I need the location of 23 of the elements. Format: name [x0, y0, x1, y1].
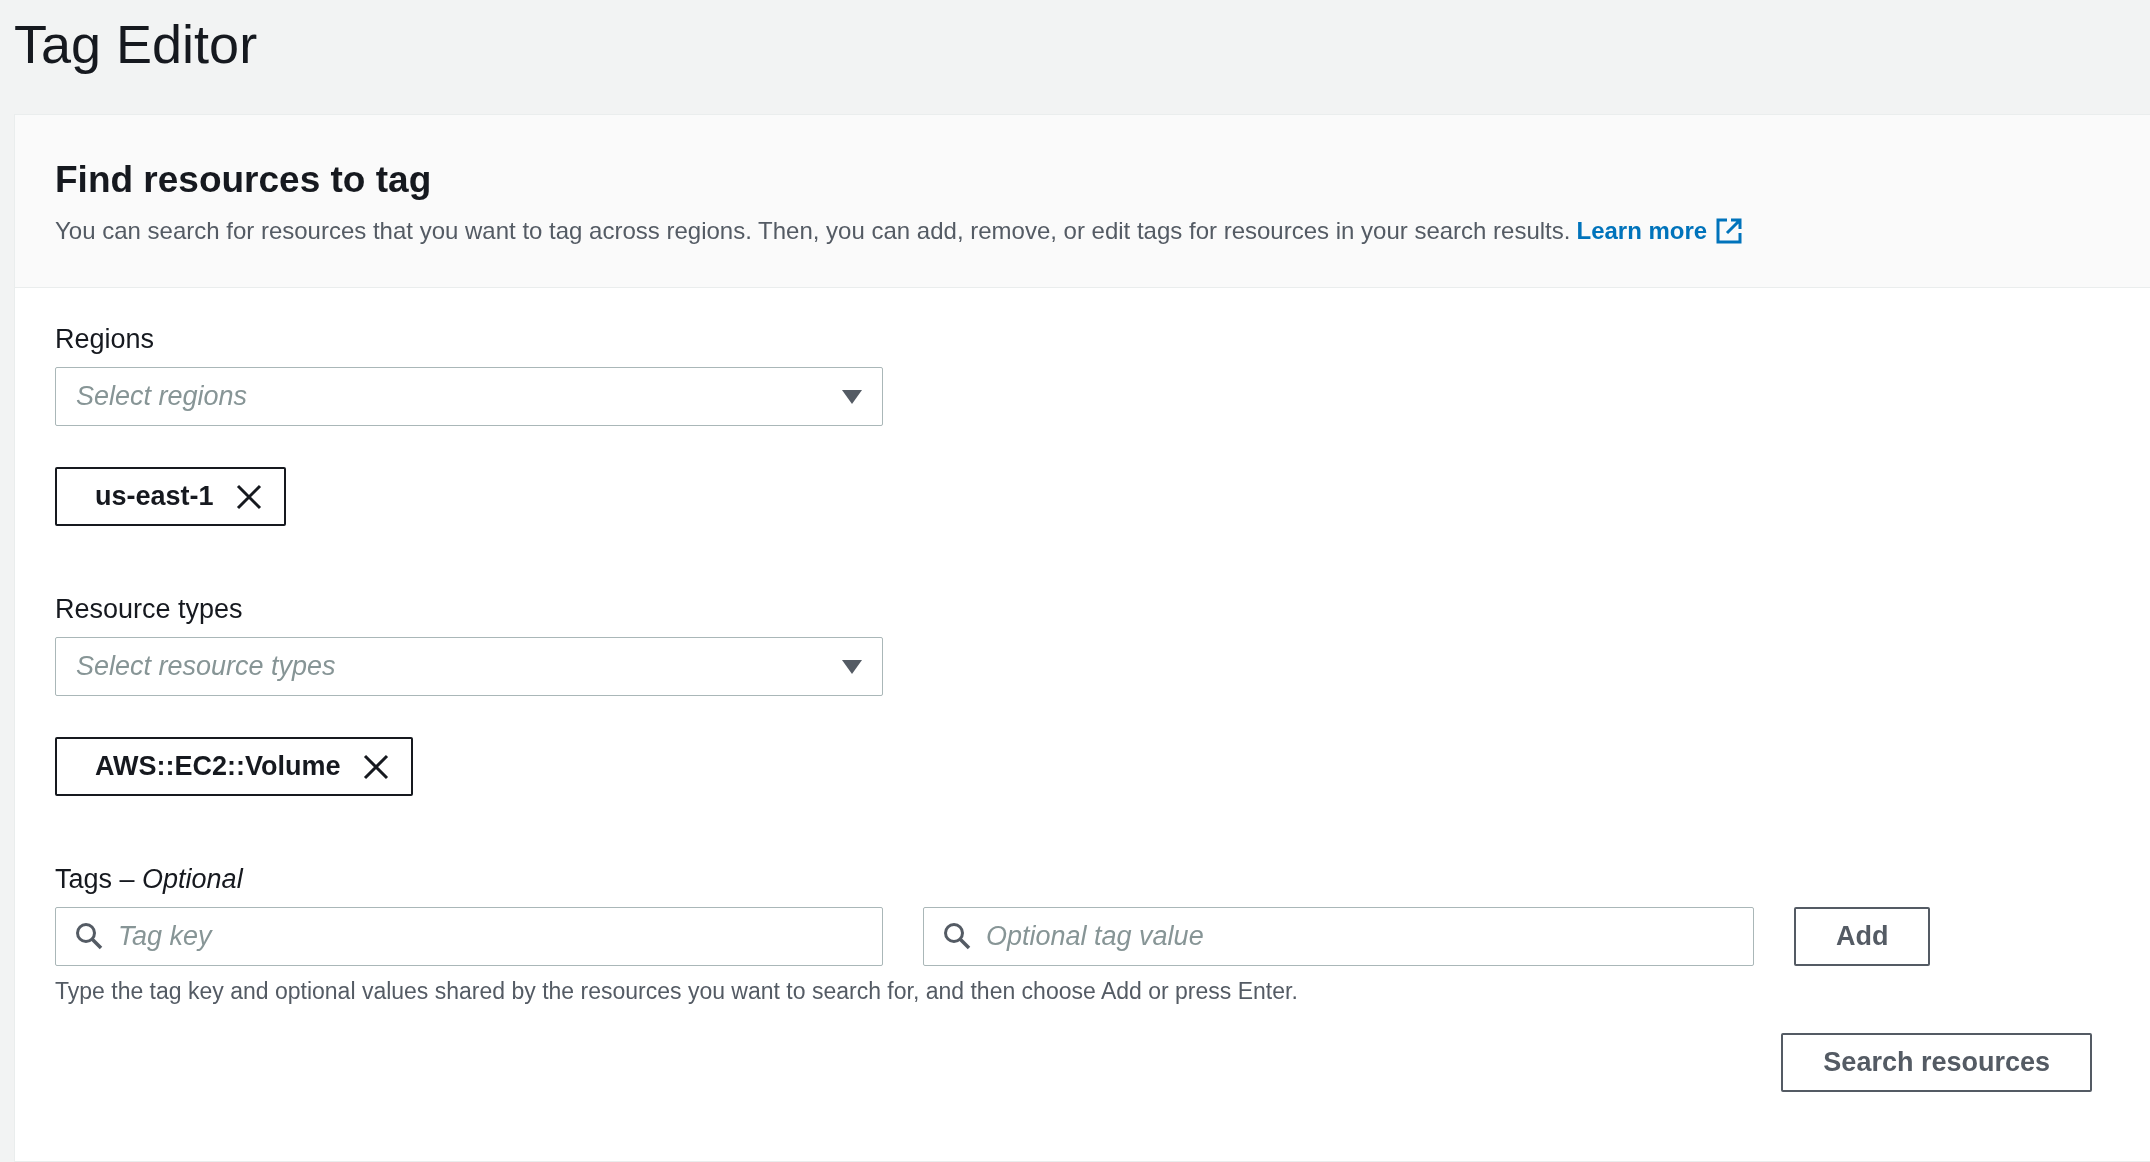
- token-label: us-east-1: [95, 481, 214, 512]
- page-title: Tag Editor: [13, 13, 259, 76]
- learn-more-link[interactable]: Learn more: [1576, 215, 1744, 247]
- close-icon[interactable]: [362, 753, 389, 780]
- tag-value-field[interactable]: Optional tag value: [923, 907, 1754, 966]
- caret-down-icon: [842, 389, 862, 404]
- field-label: Regions: [55, 324, 156, 355]
- add-button[interactable]: Add: [1794, 907, 1931, 966]
- panel-description: You can search for resources that you want to tag across regions. Then, you can add, remove, or edit tags for resources in your search results. Learn more: [55, 215, 2110, 247]
- token-label: AWS::EC2::Volume: [95, 751, 341, 782]
- field-label: Tags – Optional: [55, 864, 245, 895]
- close-icon[interactable]: [235, 483, 262, 510]
- external-link-icon: [1715, 217, 1744, 245]
- field-label: Resource types: [55, 594, 244, 625]
- resource-types-select[interactable]: Select resource types: [55, 637, 883, 696]
- search-icon: [75, 922, 103, 950]
- search-icon: [943, 922, 971, 950]
- field-hint: Type the tag key and optional values shared by the resources you want to search for, and then choose Add or press Enter.: [55, 978, 1299, 1005]
- search-resources-button[interactable]: Search resources: [1781, 1033, 2092, 1092]
- caret-down-icon: [842, 659, 862, 674]
- regions-select[interactable]: Select regions: [55, 367, 883, 426]
- panel-heading: Find resources to tag: [55, 159, 433, 201]
- tag-key-field[interactable]: Tag key: [55, 907, 883, 966]
